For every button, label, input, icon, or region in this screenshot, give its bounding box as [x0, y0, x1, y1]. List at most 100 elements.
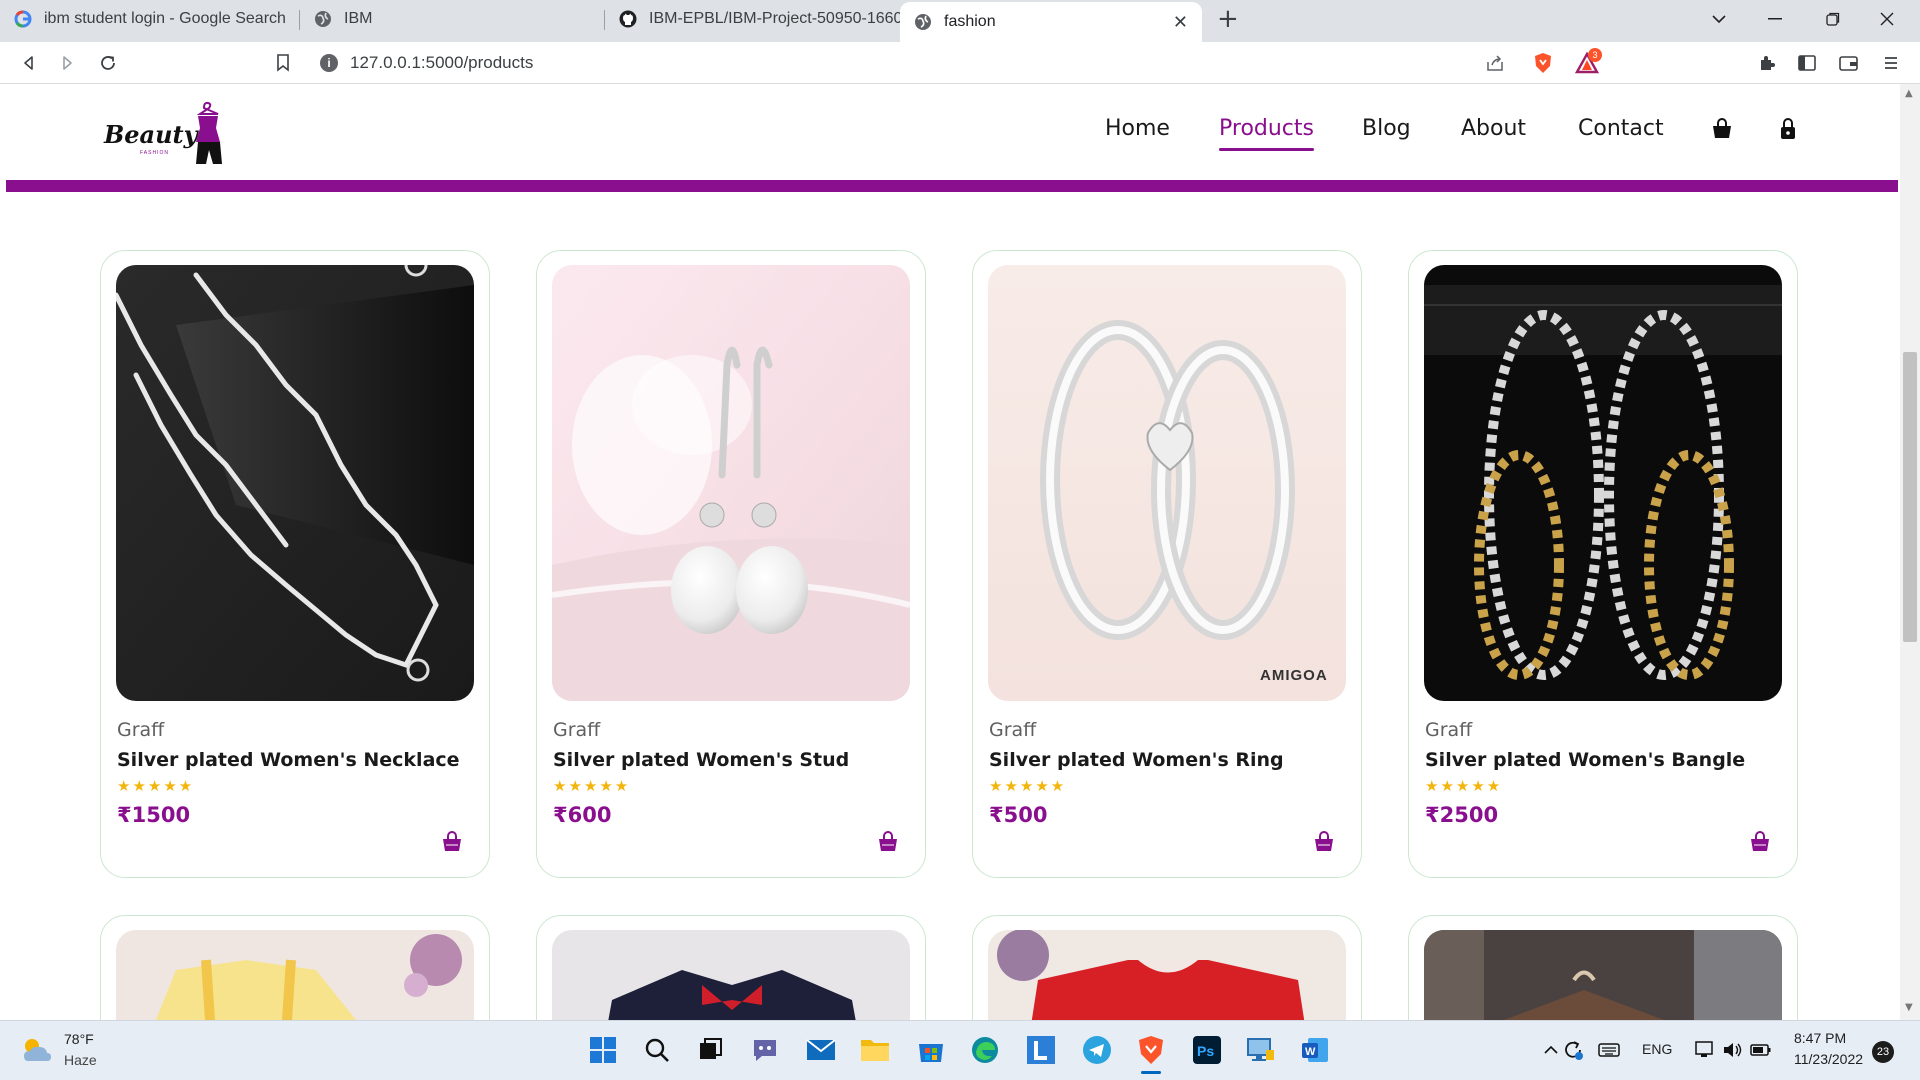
product-image-necklace[interactable] [116, 265, 474, 701]
microsoft-store-icon[interactable] [914, 1033, 948, 1067]
star-rating: ★★★★★ [989, 777, 1067, 795]
lock-icon[interactable] [1778, 118, 1800, 140]
page-scrollbar[interactable]: ▲ ▼ [1900, 84, 1920, 1020]
file-explorer-icon[interactable] [858, 1033, 892, 1067]
logo-wordmark: Beauty [104, 120, 198, 149]
back-button[interactable] [16, 50, 42, 76]
photoshop-icon[interactable]: Ps [1190, 1033, 1224, 1067]
product-image-kids-shirt[interactable] [552, 930, 910, 1020]
product-name[interactable]: Silver plated Women's Stud [553, 749, 849, 771]
product-image-bangles[interactable] [1424, 265, 1782, 701]
globe-icon [914, 13, 932, 31]
brave-rewards-icon[interactable]: 3 [1574, 48, 1602, 76]
brave-browser-icon[interactable] [1134, 1033, 1168, 1074]
info-icon[interactable]: i [320, 54, 338, 72]
search-icon[interactable] [640, 1033, 674, 1067]
product-card-partial[interactable] [972, 915, 1362, 1020]
language-indicator[interactable]: ENG [1642, 1041, 1672, 1057]
product-card[interactable]: Graff Silver plated Women's Bangle ★★★★★… [1408, 250, 1798, 878]
sync-icon[interactable] [1556, 1033, 1590, 1067]
site-logo[interactable]: Beauty FASHION [100, 98, 230, 166]
remote-desktop-icon[interactable] [1244, 1033, 1278, 1067]
keyboard-icon[interactable] [1592, 1033, 1626, 1067]
image-caption: AMIGOA [1260, 667, 1328, 684]
product-name[interactable]: Silver plated Women's Bangle [1425, 749, 1745, 771]
telegram-icon[interactable] [1080, 1033, 1114, 1067]
add-to-cart-icon[interactable] [1749, 831, 1771, 853]
google-icon [14, 10, 32, 28]
scrollbar-thumb[interactable] [1903, 352, 1917, 642]
product-brand: Graff [553, 719, 601, 741]
logo-subtext: FASHION [140, 150, 169, 156]
product-card-partial[interactable] [536, 915, 926, 1020]
product-price: ₹2500 [1425, 803, 1499, 827]
product-card-partial[interactable] [1408, 915, 1798, 1020]
task-view-icon[interactable] [694, 1033, 728, 1067]
product-image-kids-dress[interactable] [116, 930, 474, 1020]
share-icon[interactable] [1482, 50, 1508, 76]
teams-chat-icon[interactable] [748, 1033, 782, 1067]
tab-github[interactable]: IBM-EPBL/IBM-Project-50950-166093 [605, 0, 900, 38]
product-image-kids-jacket[interactable] [1424, 930, 1782, 1020]
weather-icon[interactable] [20, 1033, 54, 1067]
product-name[interactable]: Silver plated Women's Ring [989, 749, 1284, 771]
weather-desc[interactable]: Haze [64, 1052, 97, 1068]
product-name[interactable]: Silver plated Women's Necklace [117, 749, 460, 771]
nav-products[interactable]: Products [1219, 116, 1314, 151]
battery-icon[interactable] [1744, 1033, 1778, 1067]
product-card[interactable]: Graff Silver plated Women's Necklace ★★★… [100, 250, 490, 878]
url-text[interactable]: 127.0.0.1:5000/products [350, 53, 533, 73]
bookmark-icon[interactable] [270, 50, 296, 76]
address-bar[interactable]: i 127.0.0.1:5000/products [316, 46, 1606, 80]
header-accent-bar [6, 180, 1898, 192]
nav-about[interactable]: About [1461, 116, 1526, 141]
tab-fashion[interactable]: fashion ✕ [900, 2, 1202, 42]
learning-app-icon[interactable] [1024, 1033, 1058, 1067]
mail-icon[interactable] [804, 1033, 838, 1067]
product-image-rings[interactable]: AMIGOA [988, 265, 1346, 701]
close-window-button[interactable] [1864, 0, 1910, 38]
nav-home[interactable]: Home [1105, 116, 1170, 141]
minimize-button[interactable] [1752, 0, 1798, 38]
scroll-down-icon[interactable]: ▼ [1905, 1002, 1913, 1013]
sidebar-icon[interactable] [1794, 50, 1820, 76]
star-rating: ★★★★★ [553, 777, 631, 795]
product-image-earrings[interactable] [552, 265, 910, 701]
add-to-cart-icon[interactable] [1313, 831, 1335, 853]
weather-temp[interactable]: 78°F [64, 1031, 94, 1047]
add-to-cart-icon[interactable] [877, 831, 899, 853]
word-icon[interactable]: W [1298, 1033, 1332, 1067]
product-price: ₹1500 [117, 803, 191, 827]
nav-blog[interactable]: Blog [1362, 116, 1411, 141]
wallet-icon[interactable] [1836, 50, 1862, 76]
extensions-icon[interactable] [1754, 50, 1780, 76]
edge-icon[interactable] [968, 1033, 1002, 1067]
tab-ibm[interactable]: IBM [300, 0, 605, 38]
product-card[interactable]: Graff Silver plated Women's Stud ★★★★★ ₹… [536, 250, 926, 878]
brave-shield-icon[interactable] [1530, 50, 1556, 76]
chevron-down-icon[interactable] [1696, 0, 1742, 38]
menu-icon[interactable] [1878, 50, 1904, 76]
nav-contact[interactable]: Contact [1578, 116, 1664, 141]
scroll-up-icon[interactable]: ▲ [1905, 88, 1913, 99]
svg-text:W: W [1305, 1046, 1316, 1058]
github-icon [619, 10, 637, 28]
product-card[interactable]: AMIGOA Graff Silver plated Women's Ring … [972, 250, 1362, 878]
clock-time[interactable]: 8:47 PM [1794, 1030, 1846, 1046]
tab-title: fashion [944, 13, 996, 30]
new-tab-button[interactable]: + [1217, 4, 1239, 34]
clock-date[interactable]: 11/23/2022 [1794, 1051, 1863, 1067]
restore-button[interactable] [1810, 0, 1856, 38]
add-to-cart-icon[interactable] [441, 831, 463, 853]
windows-start-icon[interactable] [586, 1033, 620, 1067]
tab-google-search[interactable]: ibm student login - Google Search [0, 0, 300, 38]
notification-badge[interactable]: 23 [1872, 1041, 1894, 1063]
product-brand: Graff [1425, 719, 1473, 741]
close-icon[interactable]: ✕ [1173, 12, 1188, 33]
shopping-bag-icon[interactable] [1711, 118, 1733, 140]
tab-title: IBM [344, 10, 373, 27]
product-card-partial[interactable] [100, 915, 490, 1020]
forward-button[interactable] [54, 50, 80, 76]
reload-button[interactable] [95, 50, 121, 76]
product-image-kids-sweater[interactable] [988, 930, 1346, 1020]
